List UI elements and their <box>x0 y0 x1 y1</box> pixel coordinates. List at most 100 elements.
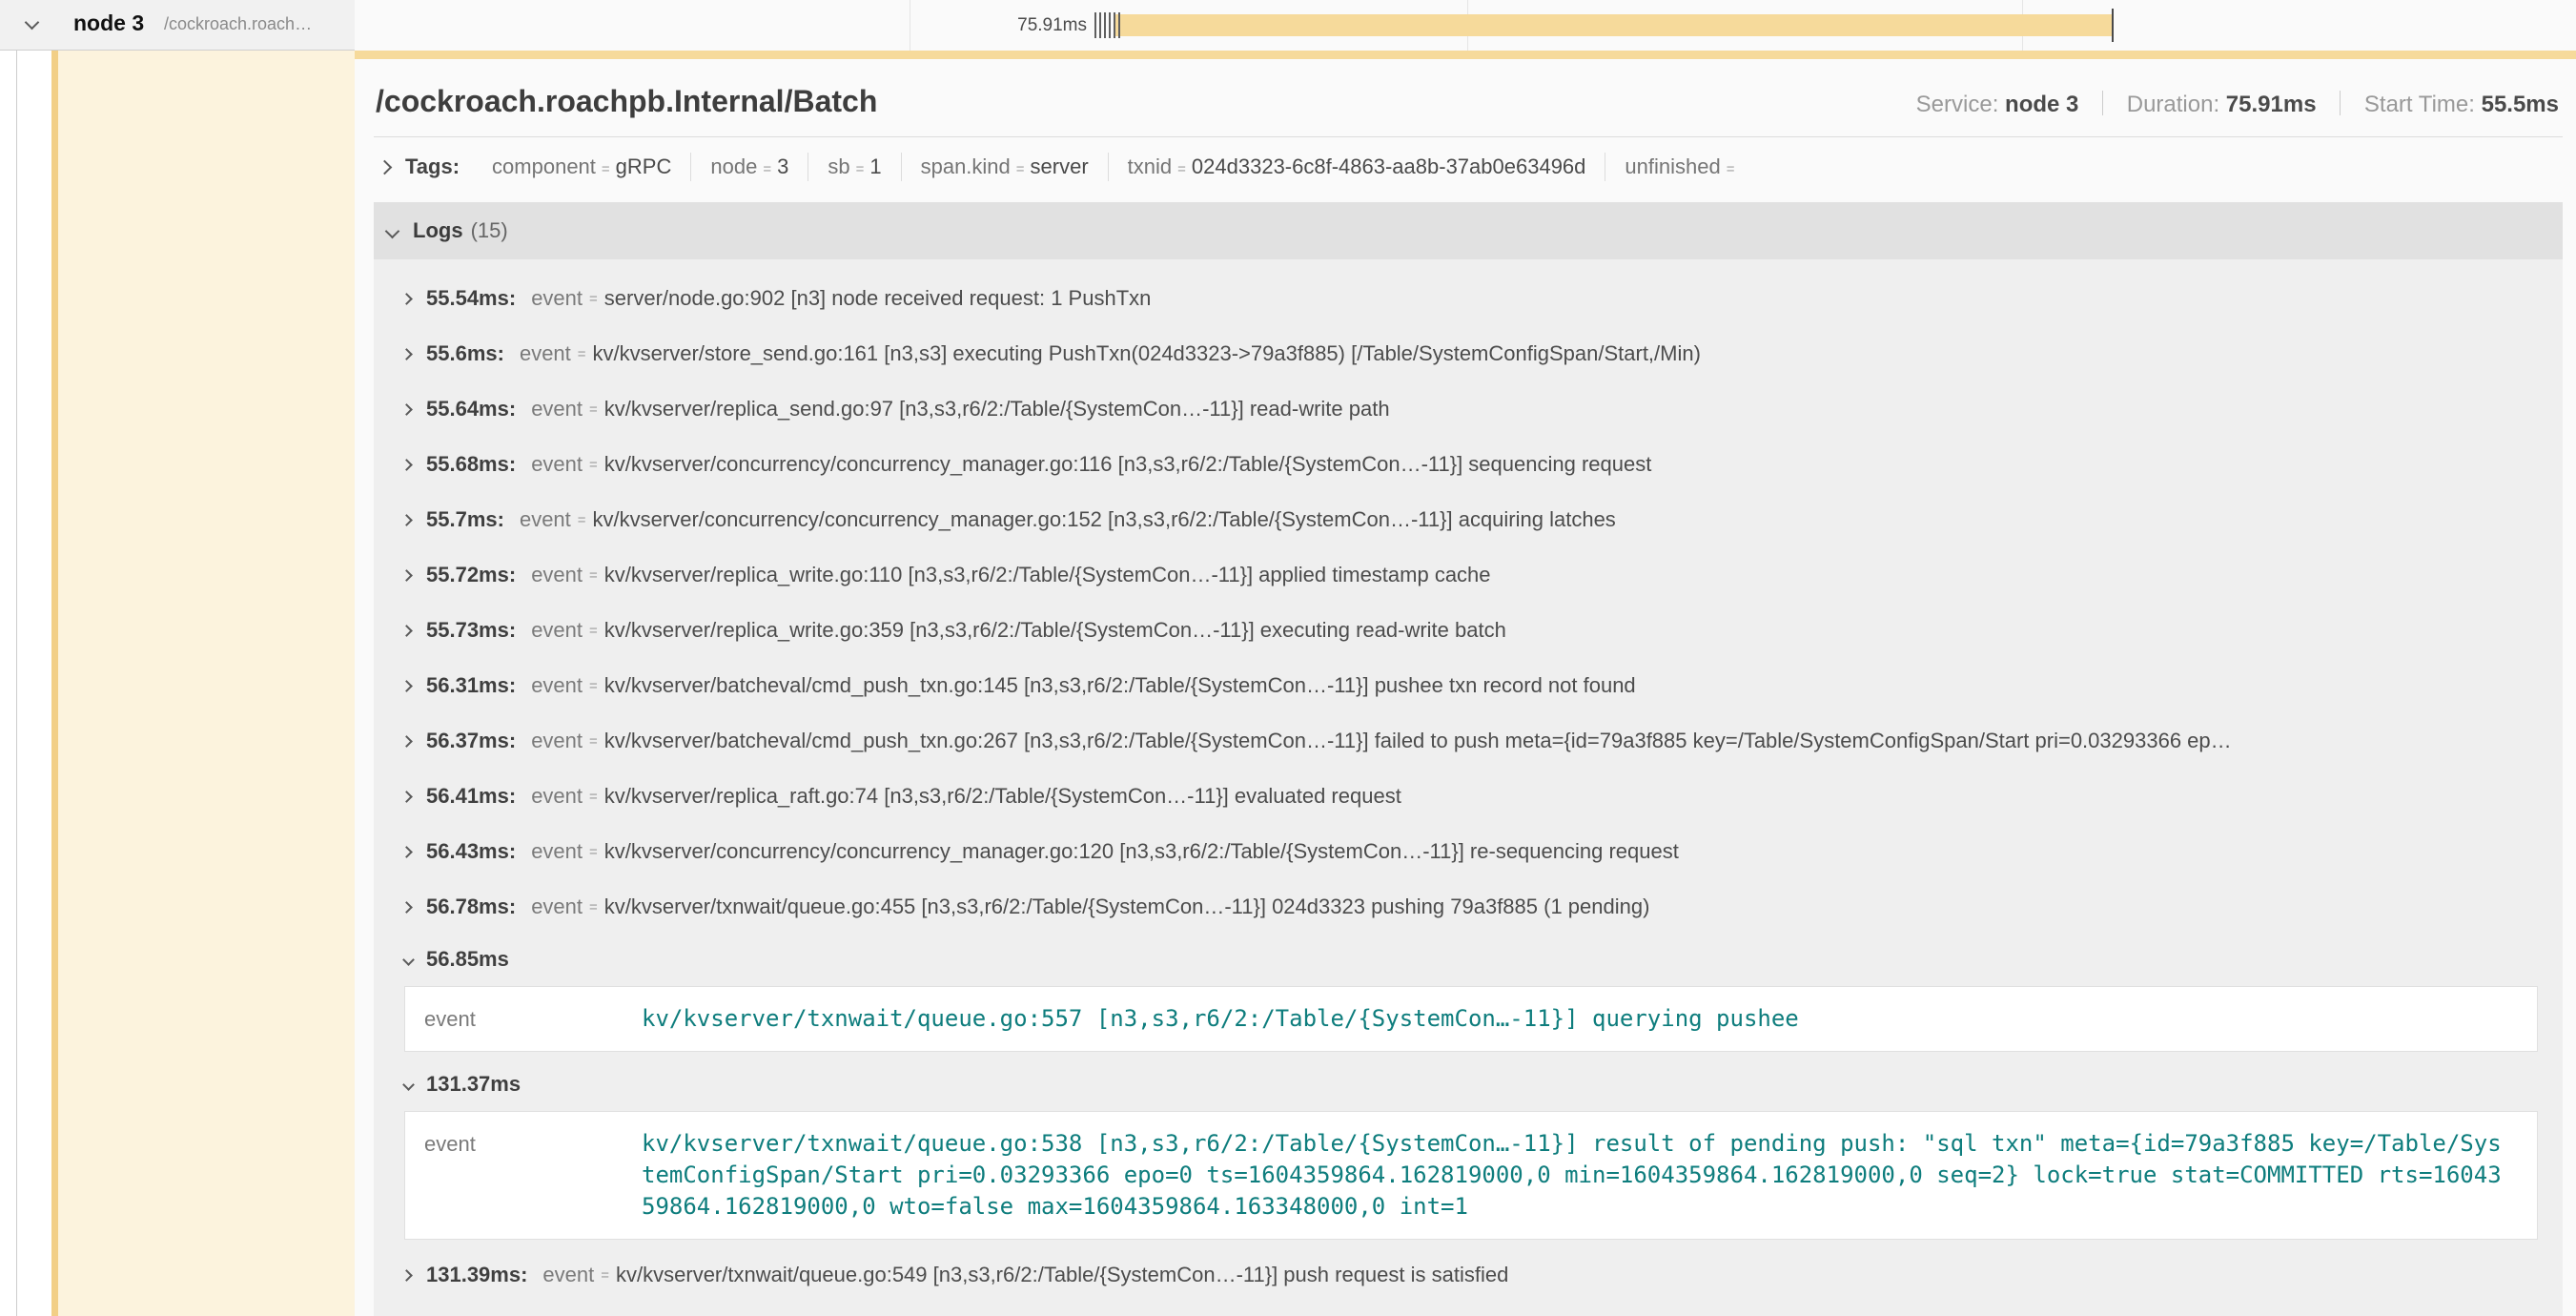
span-service-name: node 3 <box>73 10 144 36</box>
log-timestamp: 131.39ms: <box>426 1263 527 1287</box>
log-expand-chevron-icon[interactable] <box>402 293 413 305</box>
log-row[interactable]: 56.37ms: event = kv/kvserver/batcheval/c… <box>402 713 2563 769</box>
span-name-column[interactable]: node 3 /cockroach.roach… <box>0 0 355 51</box>
log-row[interactable]: 55.68ms: event = kv/kvserver/concurrency… <box>402 437 2563 492</box>
log-expand-chevron-icon[interactable] <box>402 348 413 360</box>
logs-section: Logs (15) 55.54ms: event = server/node.g… <box>374 202 2563 1316</box>
log-message: kv/kvserver/concurrency/concurrency_mana… <box>593 507 1616 532</box>
log-expand-chevron-icon[interactable] <box>402 569 413 582</box>
event-field-value: kv/kvserver/txnwait/queue.go:557 [n3,s3,… <box>642 1003 2502 1035</box>
log-message: kv/kvserver/concurrency/concurrency_mana… <box>604 839 1679 864</box>
log-message: kv/kvserver/txnwait/queue.go:455 [n3,s3,… <box>604 894 1650 919</box>
log-expand-chevron-icon[interactable] <box>402 1269 413 1282</box>
start-time-label: Start Time: <box>2364 92 2475 117</box>
log-timestamp: 55.72ms: <box>426 563 516 587</box>
tag-item: node=3 <box>691 153 808 181</box>
tag-item: span.kind=server <box>902 153 1109 181</box>
log-expand-chevron-icon[interactable] <box>402 901 413 914</box>
log-marker-tick-end <box>2112 9 2114 42</box>
service-label: Service: <box>1916 92 1999 117</box>
duration-value: 75.91ms <box>2226 92 2317 117</box>
log-expand-chevron-icon[interactable] <box>402 625 413 637</box>
log-equals: = <box>589 844 598 860</box>
log-row[interactable]: 55.7ms: event = kv/kvserver/concurrency/… <box>402 492 2563 547</box>
log-row[interactable]: 55.72ms: event = kv/kvserver/replica_wri… <box>402 547 2563 603</box>
log-equals: = <box>601 1267 609 1284</box>
log-row[interactable]: 55.73ms: event = kv/kvserver/replica_wri… <box>402 603 2563 658</box>
tag-value: 024d3323-6c8f-4863-aa8b-37ab0e63496d <box>1192 154 1585 178</box>
expanded-log-header[interactable]: 56.85ms <box>389 935 2563 984</box>
tag-key: unfinished <box>1625 154 1720 178</box>
meta-divider <box>2340 91 2341 115</box>
tag-item: component = gRPC <box>473 153 691 181</box>
span-duration-label: 75.91ms <box>1017 15 1087 36</box>
start-time-value: 55.5ms <box>2482 92 2559 117</box>
log-row[interactable]: 56.41ms: event = kv/kvserver/replica_raf… <box>402 769 2563 824</box>
log-field-key: event <box>531 894 583 919</box>
log-row[interactable]: 55.64ms: event = kv/kvserver/replica_sen… <box>402 381 2563 437</box>
span-duration-bar[interactable] <box>1115 14 2113 36</box>
log-collapse-chevron-icon[interactable] <box>402 1079 415 1091</box>
logs-footer-note: Log timestamps are relative to the start… <box>374 1303 2563 1316</box>
log-row[interactable]: 56.31ms: event = kv/kvserver/batcheval/c… <box>402 658 2563 713</box>
logs-collapse-chevron-icon[interactable] <box>385 223 400 238</box>
span-detail-panel: /cockroach.roachpb.Internal/Batch Servic… <box>355 59 2576 1316</box>
log-message: kv/kvserver/replica_write.go:359 [n3,s3,… <box>604 618 1506 643</box>
detail-header: /cockroach.roachpb.Internal/Batch Servic… <box>374 59 2563 137</box>
tag-equals: = <box>763 161 771 177</box>
trace-detail-page: node 3 /cockroach.roach… 75.91ms /cockro… <box>0 0 2576 1316</box>
tag-key: span.kind <box>921 154 1011 178</box>
tag-value: server <box>1031 154 1089 178</box>
tag-item: sb=1 <box>808 153 901 181</box>
log-timestamp: 55.54ms: <box>426 286 516 311</box>
log-row[interactable]: 56.78ms: event = kv/kvserver/txnwait/que… <box>402 879 2563 935</box>
log-row[interactable]: 55.54ms: event = server/node.go:902 [n3]… <box>402 271 2563 326</box>
tag-list: component=gRPC node=3 sb=1 span.kind=ser… <box>473 153 1759 181</box>
log-field-key: event <box>520 341 571 366</box>
expanded-log-entries: 56.85ms event kv/kvserver/txnwait/queue.… <box>402 935 2563 1240</box>
tag-key: component <box>492 154 596 178</box>
log-equals: = <box>589 678 598 694</box>
log-expand-chevron-icon[interactable] <box>402 459 413 471</box>
log-row[interactable]: 131.39ms: event = kv/kvserver/txnwait/qu… <box>402 1247 2563 1303</box>
log-expand-chevron-icon[interactable] <box>402 403 413 416</box>
logs-header[interactable]: Logs (15) <box>374 202 2563 259</box>
log-expand-chevron-icon[interactable] <box>402 680 413 692</box>
log-timestamp: 55.64ms: <box>426 397 516 422</box>
tag-item: txnid=024d3323-6c8f-4863-aa8b-37ab0e6349… <box>1109 153 1606 181</box>
log-expand-chevron-icon[interactable] <box>402 514 413 526</box>
tags-expand-chevron-icon[interactable] <box>378 159 393 175</box>
span-color-stripe <box>51 0 58 1316</box>
tag-value: gRPC <box>616 154 672 178</box>
expanded-log-entry: 56.85ms event kv/kvserver/txnwait/queue.… <box>402 935 2563 1052</box>
log-message: kv/kvserver/concurrency/concurrency_mana… <box>604 452 1652 477</box>
log-expand-chevron-icon[interactable] <box>402 735 413 748</box>
log-expand-chevron-icon[interactable] <box>402 846 413 858</box>
event-field-label: event <box>424 1128 642 1223</box>
expanded-log-entry: 131.37ms event kv/kvserver/txnwait/queue… <box>402 1059 2563 1240</box>
log-equals: = <box>589 733 598 750</box>
log-expand-chevron-icon[interactable] <box>402 791 413 803</box>
tags-row[interactable]: Tags: component=gRPC node=3 sb=1 <box>374 137 2563 195</box>
log-timestamp: 56.37ms: <box>426 729 516 753</box>
log-timestamp: 56.41ms: <box>426 784 516 809</box>
expanded-log-header[interactable]: 131.37ms <box>389 1059 2563 1109</box>
span-row[interactable]: node 3 /cockroach.roach… 75.91ms <box>0 0 2576 51</box>
log-field-key: event <box>531 839 583 864</box>
tag-equals: = <box>602 161 610 177</box>
log-marker-tick <box>1099 12 1101 38</box>
log-equals: = <box>589 623 598 639</box>
tag-equals: = <box>856 161 865 177</box>
log-field-key: event <box>531 784 583 809</box>
log-equals: = <box>578 512 586 528</box>
log-timestamp: 56.78ms: <box>426 894 516 919</box>
log-message: kv/kvserver/batcheval/cmd_push_txn.go:14… <box>604 673 1636 698</box>
service-value: node 3 <box>2005 92 2078 117</box>
log-collapse-chevron-icon[interactable] <box>402 954 415 966</box>
log-field-key: event <box>531 673 583 698</box>
log-row[interactable]: 55.6ms: event = kv/kvserver/store_send.g… <box>402 326 2563 381</box>
log-field-key: event <box>531 563 583 587</box>
log-row[interactable]: 56.43ms: event = kv/kvserver/concurrency… <box>402 824 2563 879</box>
log-message: kv/kvserver/replica_raft.go:74 [n3,s3,r6… <box>604 784 1401 809</box>
collapse-span-chevron-icon[interactable] <box>25 15 40 31</box>
